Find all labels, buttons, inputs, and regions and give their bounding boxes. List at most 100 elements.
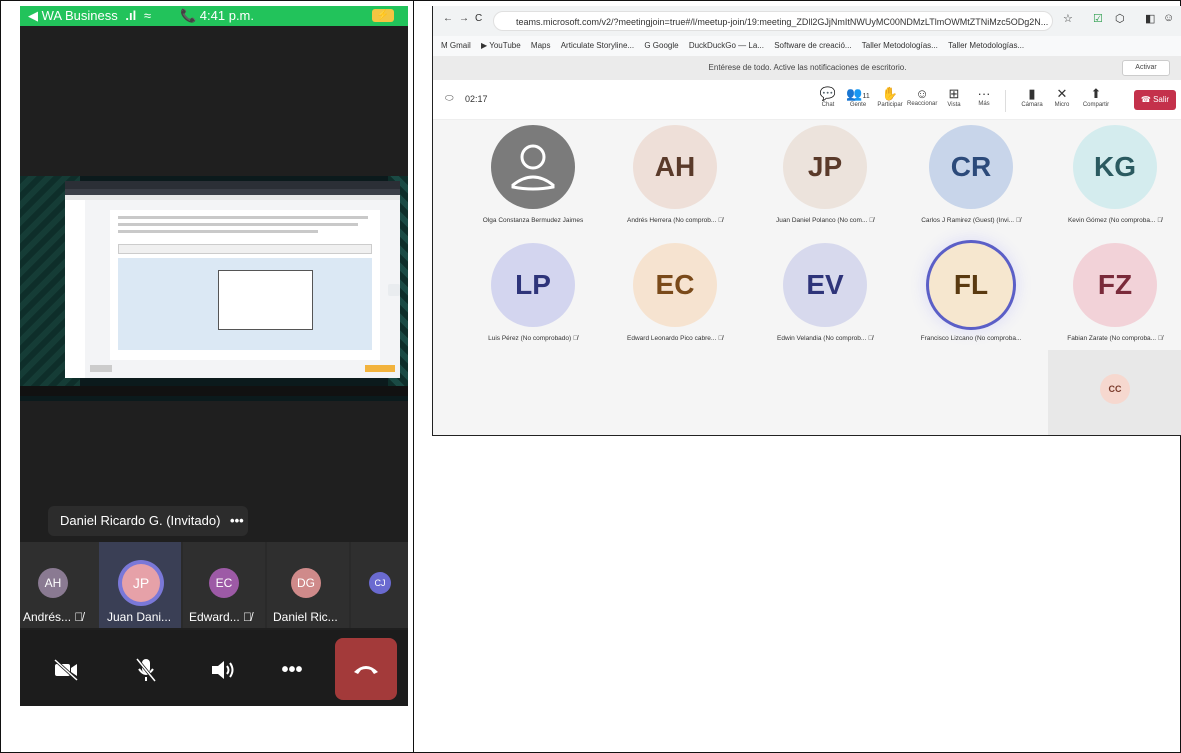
raise-hand-button[interactable]: ✋ Participar: [875, 86, 905, 108]
bookmark-taller-2[interactable]: Taller Metodologías...: [948, 36, 1024, 56]
participant-tile[interactable]: JP Juan Daniel Polanco (No com... 🎙̸: [755, 120, 895, 240]
participant-tile[interactable]: FZ Fabian Zarate (No comproba... 🎙̸: [1045, 238, 1181, 358]
shared-sidebar: [65, 200, 85, 378]
bookmark-software[interactable]: Software de creació...: [774, 36, 851, 56]
shared-text-line: [118, 223, 358, 226]
participant-name: Carlos J Ramirez (Guest) (Invi... 🎙̸: [921, 217, 1021, 224]
participant-name: Andrés Herrera (No comprob... 🎙̸: [627, 217, 723, 224]
participant-tile[interactable]: EC Edward... 🎙̸: [183, 542, 265, 628]
forward-button[interactable]: →: [459, 13, 469, 24]
hand-icon: ✋: [881, 86, 899, 101]
frame-divider: [413, 0, 414, 753]
bookmark-taller-1[interactable]: Taller Metodologías...: [862, 36, 938, 56]
participant-strip: AH Andrés... 🎙̸ JP Juan Dani... EC Edwar…: [20, 542, 408, 628]
shared-content-card: [110, 210, 380, 360]
bookmark-youtube[interactable]: ▶ YouTube: [481, 36, 521, 56]
view-button[interactable]: ⊞ Vista: [939, 86, 969, 108]
extension-icon[interactable]: ☑: [1093, 12, 1103, 25]
mic-off-icon: 🎙̸: [869, 217, 875, 224]
avatar: CR: [929, 125, 1013, 209]
status-bar: ◀ WA Business .ıl ≈ 📞 4:41 p.m. ⚡: [20, 6, 408, 26]
mic-button[interactable]: ✕ Micro: [1047, 86, 1077, 108]
chat-button[interactable]: 💬 Chat: [813, 86, 843, 108]
participant-tile[interactable]: AH Andrés Herrera (No comprob... 🎙̸: [605, 120, 745, 240]
sidepanel-icon[interactable]: ◧: [1145, 12, 1155, 25]
participant-tile[interactable]: AH Andrés... 🎙̸: [20, 542, 102, 628]
shared-activity-panel: [118, 258, 372, 350]
shared-browser-window: [65, 181, 400, 378]
self-view-tile[interactable]: CC: [1048, 350, 1181, 435]
mic-off-button[interactable]: [118, 642, 174, 698]
bookmark-duckduckgo[interactable]: DuckDuckGo — La...: [689, 36, 764, 56]
participant-name: Edwin Velandia (No comprob... 🎙̸: [777, 335, 873, 342]
notification-banner: Entérese de todo. Active las notificacio…: [433, 56, 1181, 80]
mic-off-icon: 🎙̸: [1015, 217, 1021, 224]
camera-button[interactable]: ▮ Cámara: [1017, 86, 1047, 108]
url-text: teams.microsoft.com/v2/?meetingjoin=true…: [516, 17, 1049, 27]
phone-whatsapp-call: ◀ WA Business .ıl ≈ 📞 4:41 p.m. ⚡ Daniel…: [20, 6, 408, 706]
participant-tile[interactable]: Olga Constanza Bermudez Jaimes: [463, 120, 603, 240]
avatar: DG: [291, 568, 321, 598]
participant-tile[interactable]: KG Kevin Gómez (No comproba... 🎙̸: [1045, 120, 1181, 240]
reload-button[interactable]: C: [475, 13, 482, 24]
frame-top-border: [0, 0, 1181, 1]
participant-tile[interactable]: DG Daniel Ric...: [267, 542, 349, 628]
enable-notifications-button[interactable]: Activar: [1122, 60, 1170, 76]
hang-up-button[interactable]: [335, 638, 397, 700]
speaker-button[interactable]: [196, 642, 252, 698]
bookmark-google[interactable]: G Google: [644, 36, 678, 56]
back-to-app-link[interactable]: ◀ WA Business .ıl ≈: [28, 8, 151, 24]
share-button[interactable]: ⬆ Compartir: [1081, 86, 1111, 108]
participant-name: Edward Leonardo Pico cabre... 🎙̸: [627, 335, 723, 342]
participant-tile[interactable]: EV Edwin Velandia (No comprob... 🎙̸: [755, 238, 895, 358]
avatar: JP: [783, 125, 867, 209]
react-button[interactable]: ☺ Reaccionar: [907, 86, 937, 107]
smiley-icon: ☺: [915, 86, 929, 101]
avatar: EV: [783, 243, 867, 327]
meeting-toolbar: ⬭ 02:17 💬 Chat 👥11 Gente ✋ Participar ☺ Reac…: [433, 80, 1181, 120]
profile-icon[interactable]: ☺: [1163, 12, 1174, 24]
address-bar[interactable]: teams.microsoft.com/v2/?meetingjoin=true…: [493, 11, 1053, 31]
speaker-name-pill[interactable]: Daniel Ricardo G. (Invitado) •••: [48, 506, 248, 536]
participant-tile-speaking[interactable]: FL Francisco Lizcano (No comproba...: [901, 238, 1041, 358]
people-button[interactable]: 👥11 Gente: [843, 86, 873, 108]
avatar: EC: [633, 243, 717, 327]
shared-screen[interactable]: [20, 176, 408, 401]
mic-off-icon: 🎙̸: [1157, 335, 1163, 342]
mic-off-icon: ✕: [1056, 86, 1068, 101]
avatar: FZ: [1073, 243, 1157, 327]
bookmark-gmail[interactable]: M Gmail: [441, 36, 471, 56]
more-options-button[interactable]: •••: [264, 642, 320, 698]
participant-tile[interactable]: CJ: [351, 542, 408, 628]
camera-off-icon: ▮: [1028, 86, 1036, 101]
bookmark-maps[interactable]: Maps: [531, 36, 551, 56]
participant-tile-active[interactable]: JP Juan Dani...: [99, 542, 181, 628]
avatar: LP: [491, 243, 575, 327]
leave-button[interactable]: ☎ Salir: [1134, 90, 1176, 110]
chat-icon: 💬: [819, 86, 837, 101]
shared-next-button: [365, 365, 395, 372]
shared-page: [65, 200, 400, 378]
camera-off-button[interactable]: [38, 642, 94, 698]
mic-off-icon: 🎙̸: [718, 335, 723, 342]
participant-name: Luis Pérez (No comprobado) 🎙̸: [488, 335, 578, 342]
avatar: JP: [122, 564, 160, 602]
more-icon: ···: [977, 86, 991, 101]
more-button[interactable]: ··· Más: [969, 86, 999, 107]
participant-tile[interactable]: EC Edward Leonardo Pico cabre... 🎙̸: [605, 238, 745, 358]
mic-off-icon: 🎙̸: [718, 217, 723, 224]
speaker-more-icon[interactable]: •••: [230, 513, 244, 528]
battery-icon: ⚡: [372, 9, 394, 22]
participant-tile[interactable]: CR Carlos J Ramirez (Guest) (Invi... 🎙̸: [901, 120, 1041, 240]
shared-taskbar: [20, 386, 408, 396]
back-button[interactable]: ←: [443, 13, 453, 24]
participant-tile[interactable]: LP Luis Pérez (No comprobado) 🎙̸: [463, 238, 603, 358]
extensions-icon[interactable]: ⬡: [1115, 12, 1125, 25]
avatar: KG: [1073, 125, 1157, 209]
star-icon[interactable]: ☆: [1063, 12, 1073, 25]
call-controls: •••: [20, 630, 408, 706]
screenshot-frame: ◀ WA Business .ıl ≈ 📞 4:41 p.m. ⚡ Daniel…: [0, 0, 1181, 753]
bookmark-articulate[interactable]: Articulate Storyline...: [561, 36, 634, 56]
more-icon: •••: [281, 658, 303, 681]
default-avatar-icon: [491, 125, 575, 209]
